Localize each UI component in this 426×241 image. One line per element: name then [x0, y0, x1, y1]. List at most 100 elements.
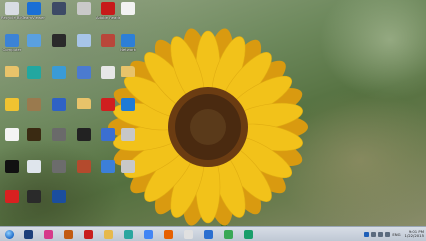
app-icon — [77, 128, 91, 141]
desktop-shortcut[interactable]: TeamViewer 10 — [22, 2, 46, 20]
language-indicator[interactable]: ENG — [392, 232, 400, 237]
desktop-shortcut[interactable] — [47, 160, 71, 174]
taskbar-app-button[interactable] — [142, 228, 155, 240]
desktop-shortcut[interactable] — [116, 98, 140, 112]
taskbar-app-button[interactable] — [22, 228, 35, 240]
taskbar-app-button[interactable] — [42, 228, 55, 240]
document-icon — [121, 2, 135, 15]
computer-icon — [5, 34, 19, 47]
desktop-shortcut[interactable] — [72, 98, 96, 110]
illustrator-icon — [64, 229, 73, 239]
app-icon — [77, 66, 91, 79]
app-icon — [5, 98, 19, 111]
app-icon — [27, 190, 41, 203]
adobe-acrobat-icon — [101, 98, 115, 111]
desktop-shortcut[interactable] — [0, 66, 24, 78]
desktop-shortcut-label: TeamViewer 10 — [22, 16, 46, 20]
adobe-reader-icon — [101, 2, 115, 15]
desktop-shortcut[interactable]: Computer — [0, 34, 24, 52]
taskbar-app-button[interactable] — [102, 228, 115, 240]
desktop-shortcut[interactable] — [72, 66, 96, 80]
desktop-shortcut[interactable] — [72, 160, 96, 174]
taskbar-app-button[interactable] — [62, 228, 75, 240]
start-button[interactable] — [3, 228, 16, 240]
taskbar-app-button[interactable] — [122, 228, 135, 240]
desktop-shortcut[interactable] — [0, 98, 24, 112]
app-icon — [101, 66, 115, 79]
illustrator-icon — [27, 128, 41, 141]
taskbar-app-button[interactable] — [242, 228, 255, 240]
photoshop-icon — [24, 229, 33, 239]
folder-icon — [5, 66, 19, 77]
desktop-shortcut[interactable] — [47, 34, 71, 48]
taskbar-app-button[interactable] — [162, 228, 175, 240]
app-icon — [121, 160, 135, 173]
app-icon — [101, 34, 115, 47]
desktop-shortcut-label: Adobe Reader — [96, 16, 120, 20]
taskbar-app-button[interactable] — [202, 228, 215, 240]
taskbar-app-button[interactable] — [82, 228, 95, 240]
file-explorer-icon — [104, 229, 113, 239]
app-icon — [101, 160, 115, 173]
desktop-shortcut-label: Network — [120, 48, 136, 52]
desktop-shortcut[interactable] — [47, 98, 71, 112]
desktop-shortcut[interactable] — [116, 160, 140, 174]
desktop-shortcut[interactable] — [0, 190, 24, 204]
app-icon — [27, 34, 41, 47]
desktop-shortcut[interactable] — [22, 98, 46, 112]
recycle-bin-icon — [5, 2, 19, 15]
folder-icon — [121, 66, 135, 77]
app-icon — [121, 98, 135, 111]
app-icon — [77, 2, 91, 15]
app-icon — [52, 66, 66, 79]
app-icon — [124, 229, 133, 239]
app-icon — [224, 229, 233, 239]
app-icon — [184, 229, 193, 239]
desktop-shortcut[interactable] — [72, 34, 96, 48]
taskbar-clock[interactable]: 9:01 PM 1/22/2015 — [405, 229, 424, 238]
taskbar-app-button[interactable] — [222, 228, 235, 240]
desktop-shortcut[interactable] — [0, 128, 24, 142]
app-icon — [52, 2, 66, 15]
network-icon — [121, 34, 135, 47]
help-icon[interactable] — [364, 231, 370, 237]
desktop-shortcut[interactable] — [47, 66, 71, 80]
desktop-shortcut[interactable]: Recycle Bin — [0, 2, 24, 20]
desktop-shortcut[interactable] — [22, 66, 46, 80]
desktop-shortcut[interactable] — [116, 2, 140, 16]
flower-center-core — [190, 109, 226, 145]
desktop-shortcut[interactable] — [22, 34, 46, 48]
teamviewer-icon — [27, 2, 41, 15]
desktop-shortcut[interactable] — [72, 128, 96, 142]
desktop-shortcut[interactable] — [47, 128, 71, 142]
volume-icon[interactable] — [385, 231, 391, 237]
desktop-shortcut[interactable]: Network — [116, 34, 140, 52]
app-icon — [77, 34, 91, 47]
desktop-shortcut[interactable] — [116, 128, 140, 142]
desktop-shortcut-label: Recycle Bin — [1, 16, 23, 20]
app-icon — [77, 160, 91, 173]
chrome-icon — [144, 229, 153, 239]
desktop-shortcut[interactable] — [22, 128, 46, 142]
firefox-icon — [164, 229, 173, 239]
acrobat-icon — [84, 229, 93, 239]
taskbar-app-button[interactable] — [182, 228, 195, 240]
app-icon — [52, 160, 66, 173]
desktop-shortcut[interactable] — [72, 2, 96, 16]
desktop-shortcut[interactable] — [47, 190, 71, 204]
network-icon[interactable] — [378, 231, 384, 237]
tray-icons — [364, 231, 391, 237]
desktop-shortcut[interactable] — [22, 160, 46, 174]
app-icon — [27, 160, 41, 173]
desktop-shortcut[interactable] — [0, 160, 24, 174]
flag-icon[interactable] — [371, 231, 377, 237]
app-icon — [52, 190, 66, 203]
desktop-shortcut[interactable] — [47, 2, 71, 16]
app-icon — [52, 128, 66, 141]
app-icon — [27, 66, 41, 79]
document-icon — [5, 128, 19, 141]
windows-start-icon — [5, 229, 14, 239]
app-icon — [5, 160, 19, 173]
desktop-shortcut[interactable] — [22, 190, 46, 204]
desktop-shortcut[interactable] — [116, 66, 140, 78]
